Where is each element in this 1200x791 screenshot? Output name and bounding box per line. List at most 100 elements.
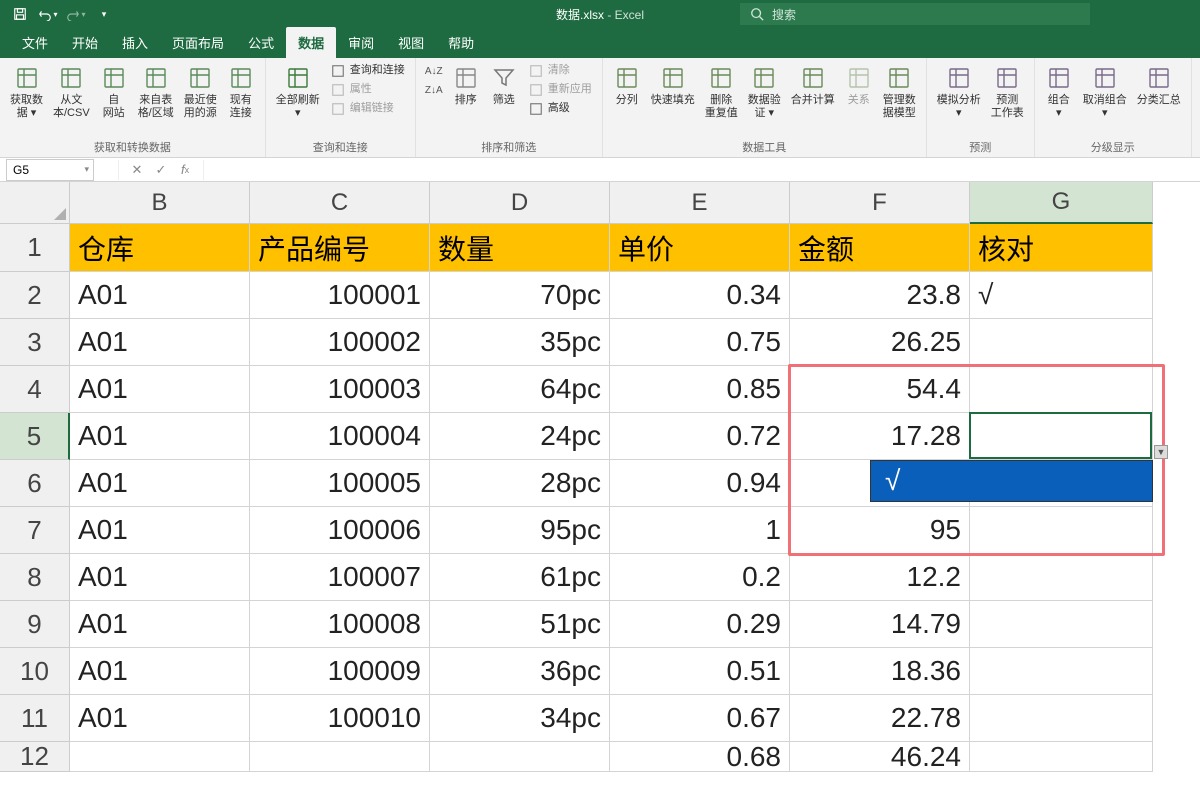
ribbon-现有连接[interactable]: 现有连接 <box>223 62 259 122</box>
cell[interactable]: A01 <box>70 554 250 601</box>
col-header-G[interactable]: G <box>970 182 1153 224</box>
cell[interactable]: 100001 <box>250 272 430 319</box>
ribbon-获取数据[interactable]: 获取数据 ▾ <box>6 62 47 122</box>
cell[interactable]: 26.25 <box>790 319 970 366</box>
undo-icon[interactable]: ▾ <box>36 2 60 26</box>
header-cell[interactable]: 数量 <box>430 224 610 272</box>
cell[interactable] <box>970 413 1153 460</box>
col-header-E[interactable]: E <box>610 182 790 224</box>
header-cell[interactable]: 核对 <box>970 224 1153 272</box>
cell[interactable]: 46.24 <box>790 742 970 772</box>
cell[interactable]: A01 <box>70 413 250 460</box>
sort-A↓Z[interactable]: A↓Z <box>422 62 446 80</box>
cell[interactable]: A01 <box>70 695 250 742</box>
cell[interactable]: 100006 <box>250 507 430 554</box>
cell[interactable]: 18.36 <box>790 648 970 695</box>
sort-button[interactable]: 排序 <box>448 62 484 109</box>
col-header-B[interactable]: B <box>70 182 250 224</box>
col-header-D[interactable]: D <box>430 182 610 224</box>
ribbon-删除重复值[interactable]: 删除重复值 <box>701 62 742 122</box>
row-header-9[interactable]: 9 <box>0 601 70 648</box>
cell[interactable]: 0.68 <box>610 742 790 772</box>
cell[interactable]: A01 <box>70 601 250 648</box>
dropdown-arrow-icon[interactable]: ▼ <box>1154 445 1168 459</box>
cell[interactable]: 95pc <box>430 507 610 554</box>
tab-审阅[interactable]: 审阅 <box>336 27 386 58</box>
cell[interactable] <box>970 319 1153 366</box>
save-icon[interactable] <box>8 2 32 26</box>
cell[interactable]: 35pc <box>430 319 610 366</box>
cell[interactable] <box>970 366 1153 413</box>
cell[interactable] <box>970 507 1153 554</box>
ribbon-数据验证[interactable]: 数据验证 ▾ <box>744 62 785 122</box>
cancel-icon[interactable]: ✕ <box>127 160 147 180</box>
row-header-6[interactable]: 6 <box>0 460 70 507</box>
refresh-all-button[interactable]: 全部刷新▾ <box>272 62 324 122</box>
cell[interactable]: A01 <box>70 366 250 413</box>
cell[interactable]: 17.28 <box>790 413 970 460</box>
dropdown-option[interactable]: √ <box>885 465 900 497</box>
row-header-4[interactable]: 4 <box>0 366 70 413</box>
tab-文件[interactable]: 文件 <box>10 27 60 58</box>
ribbon-快速填充[interactable]: 快速填充 <box>647 62 699 109</box>
header-cell[interactable]: 仓库 <box>70 224 250 272</box>
search-box[interactable]: 搜索 <box>740 3 1090 25</box>
enter-icon[interactable]: ✓ <box>151 160 171 180</box>
cell[interactable]: 100010 <box>250 695 430 742</box>
cell[interactable]: 28pc <box>430 460 610 507</box>
filter-button[interactable]: 筛选 <box>486 62 522 109</box>
cell[interactable]: 22.78 <box>790 695 970 742</box>
select-all-corner[interactable] <box>0 182 70 224</box>
tab-公式[interactable]: 公式 <box>236 27 286 58</box>
cell[interactable]: 0.94 <box>610 460 790 507</box>
cell[interactable]: A01 <box>70 507 250 554</box>
row-header-11[interactable]: 11 <box>0 695 70 742</box>
cell[interactable]: 0.29 <box>610 601 790 648</box>
ribbon-来自表格/区域[interactable]: 来自表格/区域 <box>134 62 178 122</box>
ribbon-分类汇总[interactable]: 分类汇总 <box>1133 62 1185 109</box>
header-cell[interactable]: 单价 <box>610 224 790 272</box>
ribbon-管理数据模型[interactable]: 管理数据模型 <box>879 62 920 122</box>
cell[interactable]: 14.79 <box>790 601 970 648</box>
row-header-5[interactable]: 5 <box>0 413 70 460</box>
ribbon-分列[interactable]: 分列 <box>609 62 645 109</box>
cell[interactable]: 100008 <box>250 601 430 648</box>
col-header-C[interactable]: C <box>250 182 430 224</box>
col-header-F[interactable]: F <box>790 182 970 224</box>
cell[interactable] <box>430 742 610 772</box>
ribbon-最近使用的源[interactable]: 最近使用的源 <box>180 62 221 122</box>
cell[interactable]: A01 <box>70 460 250 507</box>
cell[interactable]: 100009 <box>250 648 430 695</box>
cell[interactable]: A01 <box>70 319 250 366</box>
cell[interactable]: 24pc <box>430 413 610 460</box>
ribbon-合并计算[interactable]: 合并计算 <box>787 62 839 109</box>
cell[interactable]: 0.75 <box>610 319 790 366</box>
cell[interactable]: 64pc <box>430 366 610 413</box>
cell[interactable]: 95 <box>790 507 970 554</box>
cell[interactable]: 70pc <box>430 272 610 319</box>
tab-页面布局[interactable]: 页面布局 <box>160 27 236 58</box>
cell[interactable]: A01 <box>70 272 250 319</box>
cell[interactable]: 100002 <box>250 319 430 366</box>
cell[interactable]: A01 <box>70 648 250 695</box>
cell[interactable]: 0.51 <box>610 648 790 695</box>
cell[interactable]: 36pc <box>430 648 610 695</box>
tab-开始[interactable]: 开始 <box>60 27 110 58</box>
cell[interactable]: 0.85 <box>610 366 790 413</box>
ribbon-从文本/CSV[interactable]: 从文本/CSV <box>49 62 94 122</box>
row-header-1[interactable]: 1 <box>0 224 70 272</box>
row-header-10[interactable]: 10 <box>0 648 70 695</box>
cell[interactable]: √ <box>970 272 1153 319</box>
ribbon-自网站[interactable]: 自网站 <box>96 62 132 122</box>
cell[interactable] <box>970 648 1153 695</box>
qat-customize-icon[interactable]: ▾ <box>92 2 116 26</box>
name-box[interactable]: G5 <box>6 159 94 181</box>
cell[interactable]: 34pc <box>430 695 610 742</box>
row-header-12[interactable]: 12 <box>0 742 70 772</box>
cell[interactable]: 51pc <box>430 601 610 648</box>
tab-数据[interactable]: 数据 <box>286 27 336 58</box>
cell[interactable]: 61pc <box>430 554 610 601</box>
cell[interactable]: 0.67 <box>610 695 790 742</box>
cell[interactable]: 0.34 <box>610 272 790 319</box>
ribbon-模拟分析[interactable]: 模拟分析▾ <box>933 62 985 122</box>
